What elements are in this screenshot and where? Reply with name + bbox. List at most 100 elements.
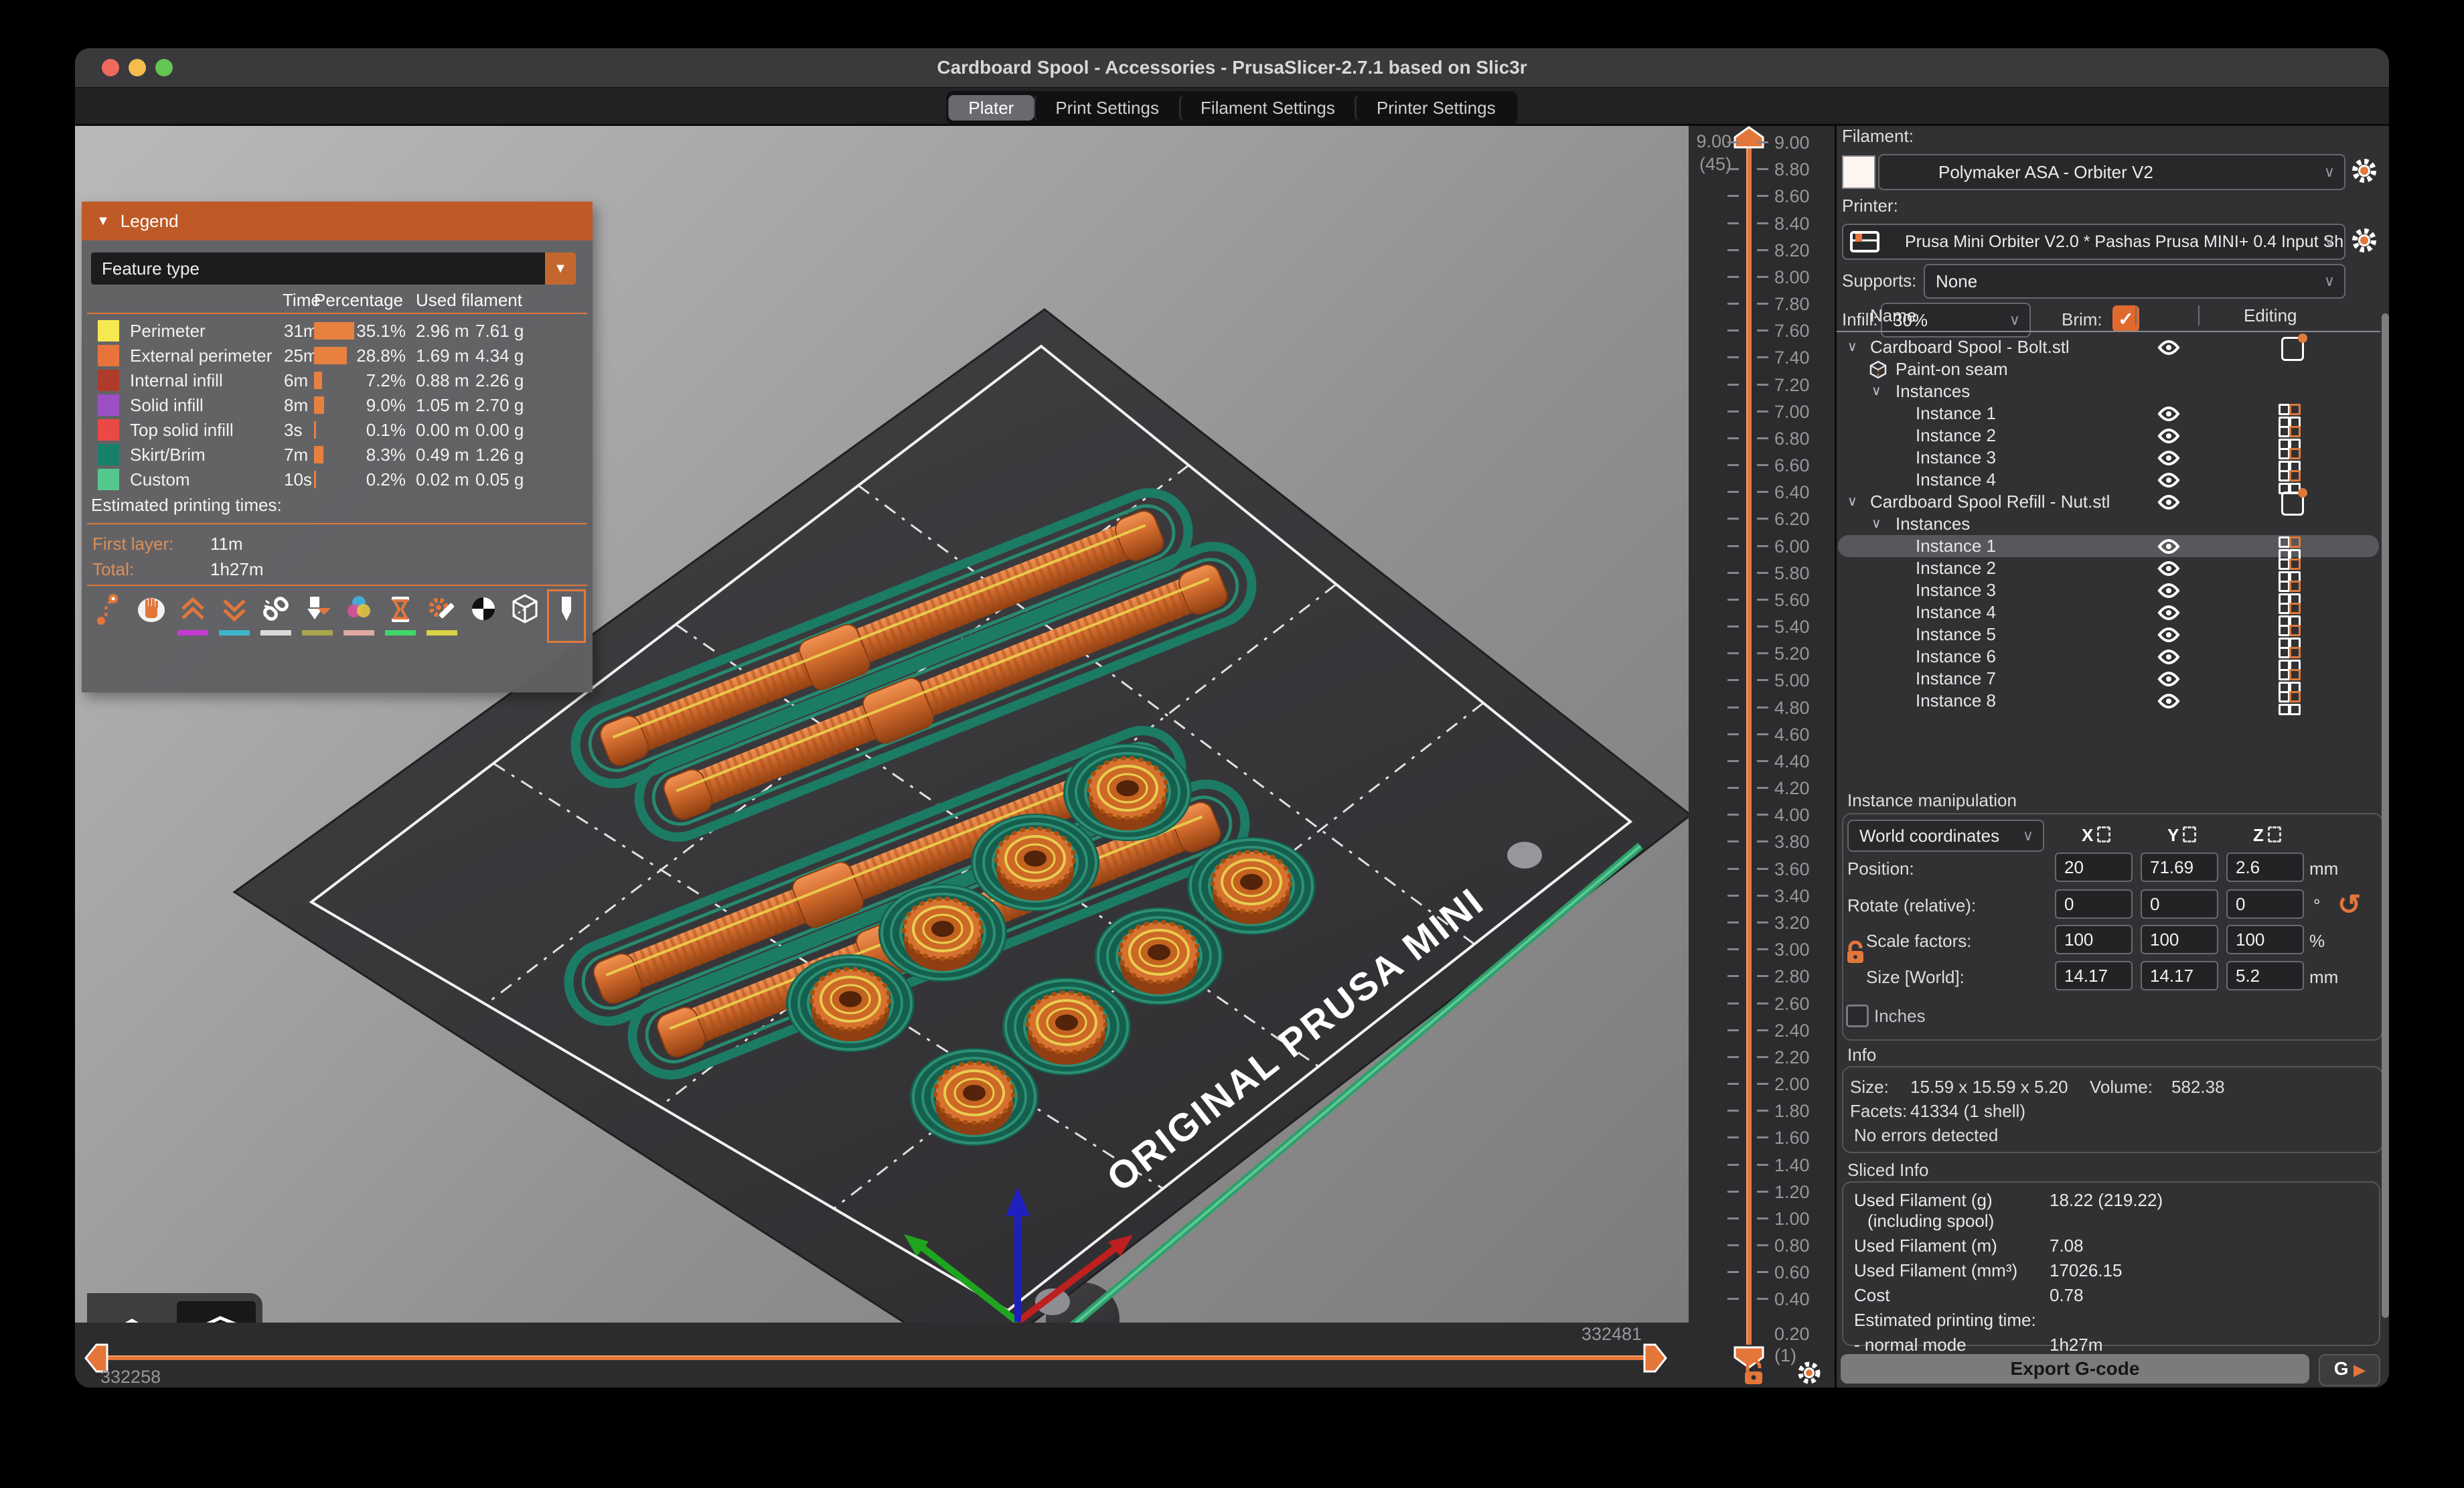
edit-instance-icon[interactable] [2279, 625, 2301, 645]
tree-row[interactable]: ∨ Cardboard Spool - Bolt.stl [1838, 336, 2379, 358]
travels-icon[interactable] [94, 593, 126, 640]
info-volume-label: Volume: [2090, 1077, 2153, 1098]
expander-icon[interactable]: ∨ [1871, 515, 1881, 532]
tick-dash [1727, 1056, 1739, 1058]
coordinates-select[interactable]: World coordinates ∨ [1847, 820, 2044, 852]
rotate-z-input[interactable]: 0 [2226, 889, 2304, 919]
edit-instance-icon[interactable] [2279, 426, 2301, 446]
tab[interactable]: Plater [948, 95, 1034, 121]
deretractions-icon[interactable] [218, 593, 250, 640]
rotate-y-input[interactable]: 0 [2141, 889, 2218, 919]
tree-row[interactable]: ∨ Instance 7 [1838, 668, 2379, 690]
tree-row[interactable]: ∨ Instance 8 [1838, 690, 2379, 712]
reset-rotation-icon[interactable]: ↺ [2337, 888, 2361, 921]
eye-icon[interactable] [2157, 692, 2180, 715]
feature-grams: 2.70 g [475, 395, 524, 416]
edit-instance-icon[interactable] [2279, 691, 2301, 711]
pause-prints-icon[interactable] [384, 593, 416, 640]
tree-row[interactable]: ∨ Instances [1838, 513, 2379, 535]
tab[interactable]: Printer Settings [1355, 95, 1516, 121]
tool-marker-icon[interactable] [550, 593, 583, 640]
custom-gcode-icon[interactable] [426, 593, 458, 640]
edit-instance-icon[interactable] [2279, 647, 2301, 667]
tree-row[interactable]: ∨ Instance 2 [1838, 425, 2379, 447]
color-changes-icon[interactable] [343, 593, 375, 640]
tab[interactable]: Filament Settings [1179, 95, 1355, 121]
edit-object-icon[interactable] [2281, 492, 2304, 516]
edit-instance-icon[interactable] [2279, 404, 2301, 424]
tree-row[interactable]: ∨ Instance 1 [1838, 535, 2379, 557]
expander-icon[interactable]: ∨ [1871, 382, 1881, 399]
gear-icon[interactable] [1796, 1359, 1823, 1386]
rotate-x-input[interactable]: 0 [2055, 889, 2133, 919]
expander-icon[interactable]: ∨ [1847, 493, 1857, 510]
printer-settings-gear-icon[interactable] [2350, 226, 2379, 255]
hslider-right-handle[interactable] [1643, 1343, 1667, 1373]
dropdown-arrow-icon[interactable]: ▼ [545, 252, 576, 285]
position-y-input[interactable]: 71.69 [2141, 852, 2218, 882]
tree-row[interactable]: ∨ Instance 3 [1838, 447, 2379, 469]
edit-instance-icon[interactable] [2279, 559, 2301, 579]
total-value: 1h27m [210, 559, 264, 580]
printer-select[interactable]: Prusa Mini Orbiter V2.0 * Pashas Prusa M… [1842, 224, 2345, 260]
center-of-mass-icon[interactable] [467, 593, 499, 640]
tool-changes-icon[interactable] [301, 593, 333, 640]
tree-row[interactable]: ∨ Instance 5 [1838, 623, 2379, 646]
edit-instance-icon[interactable] [2279, 669, 2301, 689]
tree-row[interactable]: ∨ Instance 3 [1838, 579, 2379, 601]
tree-row[interactable]: ∨ Cardboard Spool Refill - Nut.stl [1838, 491, 2379, 513]
edit-instance-icon[interactable] [2279, 603, 2301, 623]
export-gcode-menu-button[interactable]: G ▶ [2319, 1354, 2380, 1386]
position-z-input[interactable]: 2.6 [2226, 852, 2304, 882]
wipe-icon[interactable] [135, 593, 167, 640]
view-type-select[interactable]: Feature type ▼ [91, 252, 576, 285]
retractions-icon[interactable] [177, 593, 209, 640]
edit-instance-icon[interactable] [2279, 448, 2301, 468]
tick-dash [1757, 840, 1768, 842]
tick-dash [1757, 491, 1768, 493]
tree-row[interactable]: ∨ Instances [1838, 380, 2379, 402]
tree-row[interactable]: ∨ Instance 2 [1838, 557, 2379, 579]
tree-row[interactable]: ∨ Instance 4 [1838, 469, 2379, 491]
lock-icon[interactable] [1740, 1358, 1768, 1386]
position-x-input[interactable]: 20 [2055, 852, 2133, 882]
size-z-input[interactable]: 5.2 [2226, 961, 2304, 990]
size-y-input[interactable]: 14.17 [2141, 961, 2218, 990]
sidebar-scrollbar[interactable] [2382, 313, 2389, 1318]
tree-row[interactable]: ∨ Instance 1 [1838, 402, 2379, 425]
expander-icon[interactable]: ∨ [1847, 338, 1857, 355]
edit-instance-icon[interactable] [2279, 470, 2301, 490]
tree-row[interactable]: ∨ Paint-on seam [1838, 358, 2379, 380]
tree-row[interactable]: ∨ Instance 4 [1838, 601, 2379, 623]
tree-row[interactable]: ∨ Instance 6 [1838, 646, 2379, 668]
inches-checkbox[interactable] [1846, 1005, 1869, 1027]
viewport-3d[interactable]: ORIGINAL PRUSA MINI [75, 126, 1689, 1323]
tick-dash [1727, 411, 1739, 413]
legend-header[interactable]: ▼ Legend [82, 202, 593, 240]
filament-settings-gear-icon[interactable] [2350, 156, 2379, 185]
scale-x-input[interactable]: 100 [2055, 925, 2133, 954]
scale-z-input[interactable]: 100 [2226, 925, 2304, 954]
filament-select[interactable]: Polymaker ASA - Orbiter V2 ∨ [1878, 154, 2345, 190]
tick-dash [1727, 814, 1739, 816]
edit-instance-icon[interactable] [2279, 581, 2301, 601]
supports-select[interactable]: None ∨ [1924, 264, 2345, 299]
scale-y-input[interactable]: 100 [2141, 925, 2218, 954]
filament-label: Filament: [1842, 126, 1914, 147]
tree-row-label: Instance 8 [1916, 690, 1996, 711]
hslider-track[interactable] [94, 1355, 1654, 1360]
feature-meters: 0.02 m [416, 469, 469, 490]
feature-color-swatch [98, 469, 119, 490]
edit-instance-icon[interactable] [2279, 536, 2301, 556]
size-x-input[interactable]: 14.17 [2055, 961, 2133, 990]
legend-row: Solid infill 8m 9.0% 1.05 m 2.70 g [82, 392, 593, 417]
legend-row: Skirt/Brim 7m 8.3% 0.49 m 1.26 g [82, 442, 593, 467]
export-gcode-button[interactable]: Export G-code [1841, 1354, 2309, 1384]
tab[interactable]: Print Settings [1034, 95, 1179, 121]
scale-lock-icon[interactable] [1843, 939, 1867, 968]
tick-label: 2.40 [1774, 1021, 1810, 1041]
seams-icon[interactable] [260, 593, 292, 640]
tick-label: 6.20 [1774, 509, 1810, 530]
edit-object-icon[interactable] [2281, 337, 2304, 361]
shells-icon[interactable] [509, 593, 541, 640]
